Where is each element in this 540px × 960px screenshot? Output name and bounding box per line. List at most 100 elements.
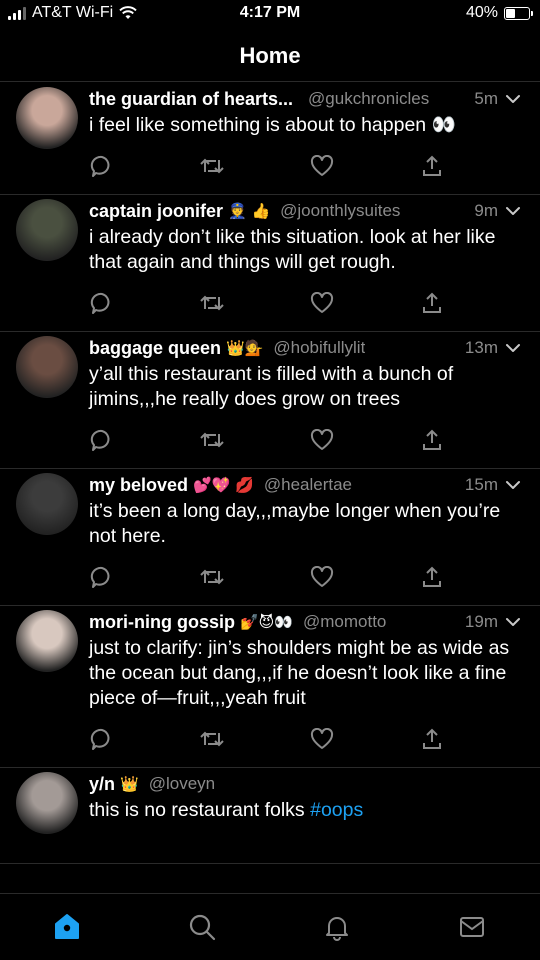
share-button[interactable] (419, 564, 445, 590)
retweet-icon (200, 731, 224, 747)
timestamp: 19m (464, 612, 498, 631)
tweet-text: just to clarify: jin’s shoulders might b… (89, 636, 522, 711)
username[interactable]: @momotto (303, 612, 386, 632)
heart-icon (310, 429, 334, 450)
avatar[interactable] (16, 199, 78, 261)
timestamp: 13m (464, 338, 498, 357)
battery-icon (504, 6, 533, 20)
battery-percent: 40% (465, 4, 498, 21)
retweet-icon (200, 432, 224, 448)
name-emoji: 👑 (120, 775, 139, 793)
tweet-actions (89, 412, 445, 468)
tweet[interactable]: mori-ning gossip 💅😈👀 @momotto 19m just t… (0, 606, 540, 768)
display-name[interactable]: my beloved (89, 475, 188, 496)
tweet-text-content: this is no restaurant folks (89, 799, 305, 821)
chevron-down-icon[interactable] (504, 339, 522, 357)
avatar[interactable] (16, 336, 78, 398)
display-name[interactable]: captain joonifer (89, 201, 223, 222)
tweet-header: the guardian of hearts... @gukchronicles… (89, 86, 522, 112)
tweet-header: mori-ning gossip 💅😈👀 @momotto 19m (89, 609, 522, 635)
tweet-text: y’all this restaurant is filled with a b… (89, 362, 522, 412)
chevron-down-icon[interactable] (504, 202, 522, 220)
tab-bar (0, 893, 540, 960)
username[interactable]: @loveyn (149, 774, 215, 794)
tweet-header: baggage queen 👑💁 @hobifullylit 13m (89, 335, 522, 361)
search-icon (189, 914, 216, 941)
display-name[interactable]: the guardian of hearts... (89, 89, 293, 110)
tweet-text-content: i already don’t like this situation. loo… (89, 226, 496, 273)
envelope-icon (460, 917, 484, 937)
reply-button[interactable] (89, 564, 115, 590)
tweet[interactable]: y/n 👑 @loveyn this is no restaurant folk… (0, 768, 540, 864)
like-button[interactable] (309, 564, 335, 590)
avatar[interactable] (16, 473, 78, 535)
avatar[interactable] (16, 87, 78, 149)
tweet-text: it’s been a long day,,,maybe longer when… (89, 499, 522, 549)
tweet-text-content: just to clarify: jin’s shoulders might b… (89, 637, 510, 709)
tweet-text: i already don’t like this situation. loo… (89, 225, 522, 275)
chevron-down-icon[interactable] (504, 90, 522, 108)
name-emoji: 💅😈👀 (240, 613, 293, 631)
share-button[interactable] (419, 726, 445, 752)
name-emoji: 💕💖 💋 (193, 476, 254, 494)
reply-button[interactable] (89, 290, 115, 316)
reply-button[interactable] (89, 427, 115, 453)
tweet-text: i feel like something is about to happen… (89, 113, 522, 138)
share-icon (423, 566, 441, 587)
display-name[interactable]: baggage queen (89, 338, 221, 359)
tab-notifications[interactable] (322, 912, 352, 942)
timestamp: 5m (474, 89, 498, 108)
like-button[interactable] (309, 290, 335, 316)
bell-icon (326, 917, 348, 941)
retweet-button[interactable] (199, 564, 225, 590)
retweet-button[interactable] (199, 290, 225, 316)
share-button[interactable] (419, 153, 445, 179)
retweet-icon (200, 295, 224, 311)
tweet-text-content: it’s been a long day,,,maybe longer when… (89, 500, 501, 547)
tab-search[interactable] (187, 912, 217, 942)
tab-messages[interactable] (457, 912, 487, 942)
retweet-icon (200, 158, 224, 174)
retweet-button[interactable] (199, 726, 225, 752)
tweet-actions (89, 711, 445, 767)
share-button[interactable] (419, 427, 445, 453)
like-button[interactable] (309, 153, 335, 179)
username[interactable]: @healertae (264, 475, 352, 495)
tweet-actions (89, 549, 445, 605)
display-name[interactable]: y/n (89, 774, 115, 795)
name-emoji: 👑💁 (226, 339, 264, 357)
tweet-text-content: i feel like something is about to happen… (89, 114, 456, 136)
tweet[interactable]: captain joonifer 👮 👍 @joonthlysuites 9m … (0, 195, 540, 332)
tweet-actions (89, 138, 445, 194)
like-button[interactable] (309, 427, 335, 453)
share-button[interactable] (419, 290, 445, 316)
heart-icon (310, 292, 334, 313)
like-button[interactable] (309, 726, 335, 752)
retweet-button[interactable] (199, 153, 225, 179)
avatar[interactable] (16, 610, 78, 672)
avatar[interactable] (16, 772, 78, 834)
clock: 4:17 PM (239, 4, 301, 21)
username[interactable]: @gukchronicles (308, 89, 429, 109)
reply-button[interactable] (89, 726, 115, 752)
username[interactable]: @hobifullylit (273, 338, 365, 358)
retweet-button[interactable] (199, 427, 225, 453)
name-emoji: 👮 👍 (228, 202, 271, 220)
share-icon (423, 728, 441, 749)
reply-button[interactable] (89, 153, 115, 179)
username[interactable]: @joonthlysuites (280, 201, 400, 221)
chevron-down-icon[interactable] (504, 476, 522, 494)
timeline-feed[interactable]: the guardian of hearts... @gukchronicles… (0, 83, 540, 893)
tweet[interactable]: my beloved 💕💖 💋 @healertae 15m it’s been… (0, 469, 540, 606)
hashtag-link[interactable]: #oops (310, 799, 363, 821)
tweet[interactable]: baggage queen 👑💁 @hobifullylit 13m y’all… (0, 332, 540, 469)
chevron-down-icon[interactable] (504, 613, 522, 631)
tab-home[interactable] (52, 912, 82, 942)
tweet-actions (89, 275, 445, 331)
timestamp: 15m (464, 475, 498, 494)
top-header: Home (0, 30, 540, 82)
battery-group: 40% (465, 4, 533, 22)
tweet[interactable]: the guardian of hearts... @gukchronicles… (0, 83, 540, 195)
display-name[interactable]: mori-ning gossip (89, 612, 235, 633)
reply-icon (90, 429, 110, 451)
